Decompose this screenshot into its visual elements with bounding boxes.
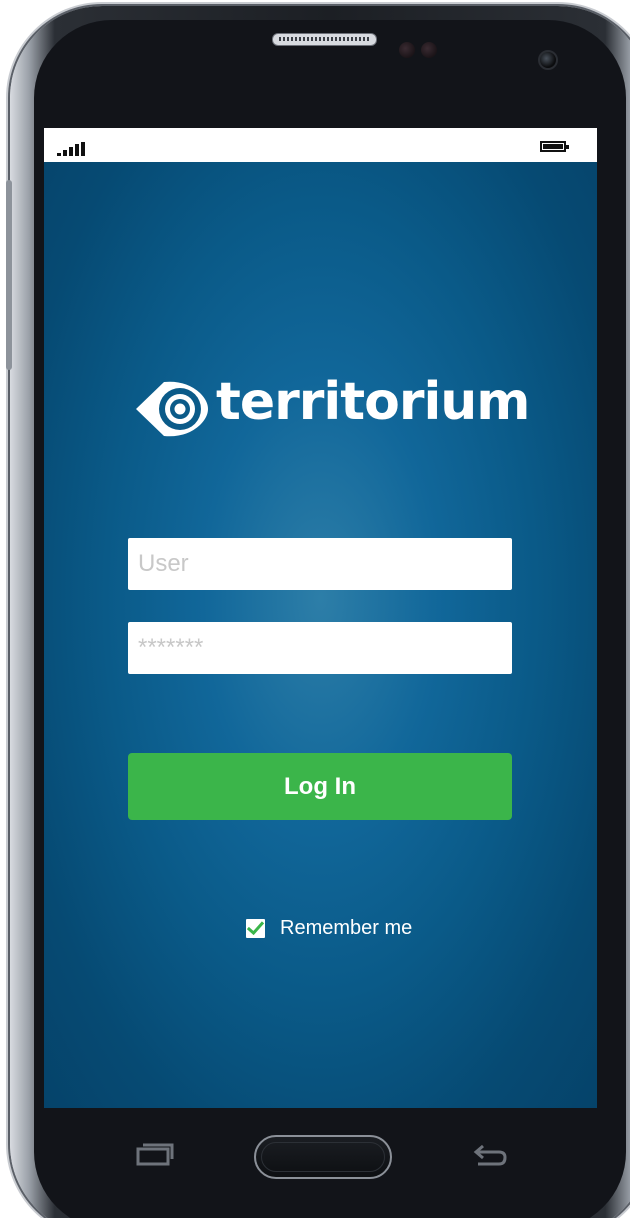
check-icon <box>247 920 264 935</box>
volume-button <box>6 180 12 370</box>
status-bar <box>44 128 597 162</box>
screen: territorium Log In Remember me <box>44 128 597 1108</box>
back-icon[interactable] <box>472 1140 510 1170</box>
light-sensor <box>421 42 437 58</box>
brand-name: territorium <box>216 372 530 432</box>
eye-logo-icon <box>136 381 208 437</box>
remember-me-label: Remember me <box>280 916 413 939</box>
login-button[interactable]: Log In <box>128 753 512 820</box>
front-camera <box>538 50 558 70</box>
territorium-logo: territorium <box>134 372 530 438</box>
page: territorium Log In Remember me <box>0 0 630 1218</box>
proximity-sensor <box>399 42 415 58</box>
remember-me-checkbox[interactable] <box>246 918 265 938</box>
remember-me[interactable]: Remember me <box>246 916 412 940</box>
recent-apps-icon[interactable] <box>136 1140 174 1170</box>
home-button[interactable] <box>254 1135 392 1179</box>
speaker-grille <box>272 33 377 46</box>
password-input[interactable] <box>128 622 512 674</box>
battery-full-icon <box>540 141 569 152</box>
signal-bars-icon <box>57 142 87 156</box>
user-input[interactable] <box>128 538 512 590</box>
